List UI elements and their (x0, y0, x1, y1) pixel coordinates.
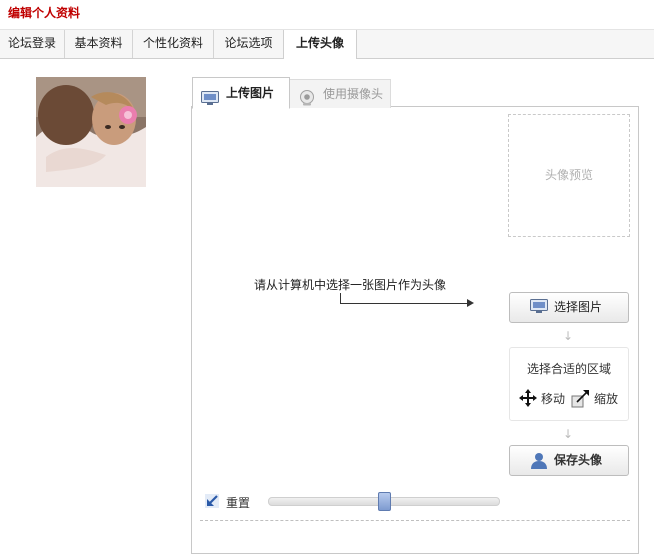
move-arrows-icon (518, 388, 538, 411)
avatar-preview: 头像预览 (508, 114, 630, 237)
user-icon (530, 452, 548, 473)
hint-connector (340, 293, 341, 303)
tab-upload-avatar[interactable]: 上传头像 (283, 30, 357, 59)
hint-connector-line (340, 303, 468, 304)
move-label: 移动 (541, 392, 566, 406)
monitor-icon (530, 299, 548, 316)
save-avatar-button[interactable]: 保存头像 (509, 445, 629, 476)
webcam-icon (298, 88, 316, 116)
tab-basic-profile[interactable]: 基本资料 (65, 30, 133, 58)
select-hint: 请从计算机中选择一张图片作为头像 (254, 278, 447, 292)
tab-use-camera-label: 使用摄像头 (323, 87, 384, 101)
crop-region-box: 选择合适的区域 移动 缩放 (509, 347, 629, 421)
zoom-slider-thumb[interactable] (377, 492, 391, 511)
tab-personalization[interactable]: 个性化资料 (133, 30, 214, 58)
resize-icon (571, 388, 591, 411)
down-arrow-icon: ↓ (563, 329, 574, 343)
current-avatar (36, 77, 146, 187)
crop-region-title: 选择合适的区域 (526, 362, 611, 376)
tab-use-camera[interactable]: 使用摄像头 (289, 79, 391, 108)
save-avatar-label: 保存头像 (554, 453, 603, 467)
tab-forum-login[interactable]: 论坛登录 (0, 30, 65, 58)
select-picture-button[interactable]: 选择图片 (509, 292, 629, 323)
down-arrow-icon: ↓ (563, 427, 574, 441)
reset-label: 重置 (226, 496, 251, 510)
tab-upload-picture[interactable]: 上传图片 (192, 77, 290, 109)
hint-arrow-icon (467, 299, 474, 307)
zoom-label: 缩放 (594, 392, 619, 406)
tab-forum-options[interactable]: 论坛选项 (214, 30, 284, 58)
settings-tabs: 论坛登录 基本资料 个性化资料 论坛选项 上传头像 (0, 29, 654, 59)
avatar-preview-label: 头像预览 (544, 168, 593, 182)
tab-upload-picture-label: 上传图片 (226, 86, 275, 100)
page-title: 编辑个人资料 (8, 6, 81, 20)
panel-divider (200, 520, 630, 521)
reset-arrow-icon (204, 493, 220, 512)
select-picture-label: 选择图片 (554, 300, 603, 314)
monitor-icon (201, 86, 219, 116)
